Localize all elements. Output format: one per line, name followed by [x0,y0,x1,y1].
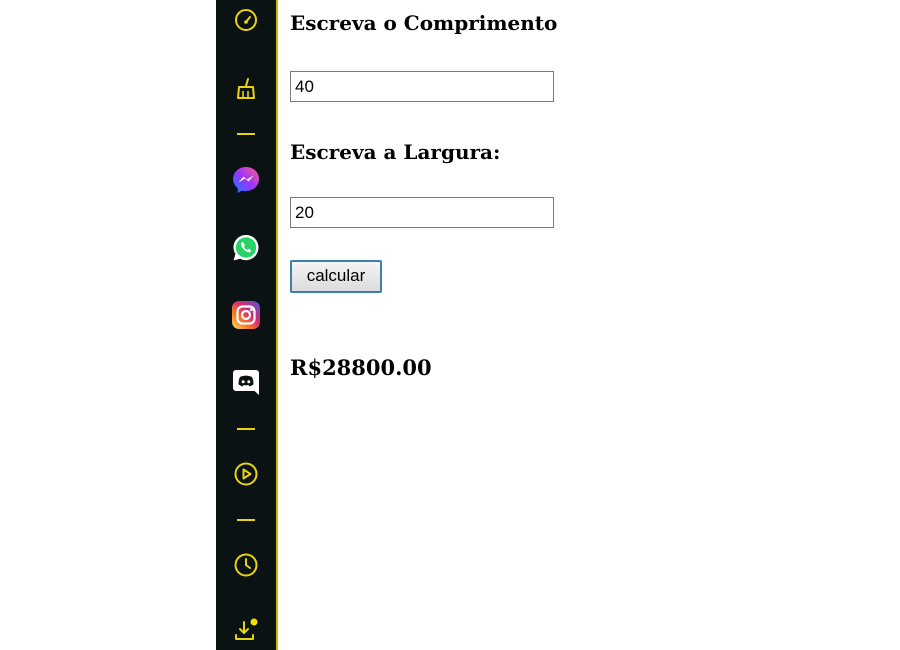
instagram-icon[interactable] [230,299,262,331]
calculator-form: Escreva o Comprimento 40 Escreva a Largu… [290,0,890,650]
browser-sidebar [216,0,278,650]
player-icon[interactable] [230,458,262,490]
length-input[interactable]: 40 [290,71,554,102]
sidebar-separator [237,428,255,430]
speedometer-icon[interactable] [230,4,262,36]
length-label: Escreva o Comprimento [290,11,558,35]
sidebar-separator [237,133,255,135]
calculate-button[interactable]: calcular [290,260,382,293]
messenger-icon[interactable] [230,164,262,196]
whatsapp-icon[interactable] [230,232,262,264]
history-clock-icon[interactable] [230,549,262,581]
broom-icon[interactable] [230,73,262,105]
width-label: Escreva a Largura: [290,140,501,164]
discord-icon[interactable] [230,366,262,398]
downloads-icon[interactable] [230,614,262,646]
result-text: R$28800.00 [290,355,432,380]
width-input[interactable]: 20 [290,197,554,228]
sidebar-separator [237,519,255,521]
